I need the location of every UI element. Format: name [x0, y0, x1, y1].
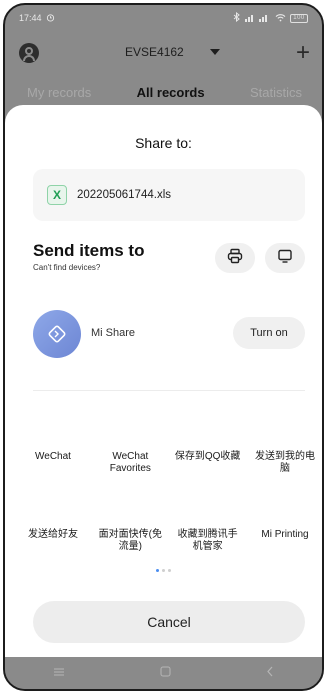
mi-share-icon[interactable] [33, 310, 81, 358]
app-header: EVSE4162 + [5, 33, 322, 73]
back-icon[interactable] [266, 666, 274, 680]
share-target-send-to-friend[interactable]: 发送给好友 [19, 529, 87, 553]
tab-all-records[interactable]: All records [137, 85, 205, 107]
page-indicator [5, 569, 322, 572]
system-nav-bar [5, 657, 322, 689]
mi-share-label: Mi Share [91, 327, 136, 339]
plus-icon[interactable]: + [296, 41, 310, 65]
send-items-title: Send items to [33, 241, 145, 260]
share-target-wechat-favorites[interactable]: WeChat Favorites [96, 451, 164, 475]
page-dot-active [156, 569, 159, 572]
cancel-button[interactable]: Cancel [33, 601, 305, 643]
device-name: EVSE4162 [125, 45, 184, 59]
status-bar: 17:44 100 [5, 5, 322, 31]
file-name: 202205061744.xls [77, 189, 171, 201]
avatar-icon[interactable] [19, 43, 39, 63]
tab-my-records[interactable]: My records [27, 85, 91, 107]
battery-icon: 100 [290, 13, 308, 23]
device-selector[interactable]: EVSE4162 [125, 45, 220, 59]
share-apps-row-2: 发送给好友 面对面快传(免流量) 收藏到腾讯手机管家 Mi Printing [19, 529, 319, 553]
alarm-icon [46, 13, 55, 24]
share-apps-row-1: WeChat WeChat Favorites 保存到QQ收藏 发送到我的电脑 [19, 451, 319, 475]
menu-icon[interactable] [53, 666, 65, 680]
page-dot [168, 569, 171, 572]
phone-frame: 17:44 100 EVSE4162 + My records All reco… [3, 3, 324, 691]
printer-icon [227, 248, 243, 269]
share-target-qq-favorites[interactable]: 保存到QQ收藏 [174, 451, 242, 475]
print-button[interactable] [215, 243, 255, 273]
signal-icon [245, 13, 271, 24]
tab-statistics[interactable]: Statistics [250, 85, 302, 107]
wifi-icon [275, 13, 286, 24]
cant-find-devices-link[interactable]: Can't find devices? [33, 263, 100, 272]
screen-cast-icon [277, 248, 293, 269]
home-icon[interactable] [160, 666, 171, 680]
screen-cast-button[interactable] [265, 243, 305, 273]
turn-on-button[interactable]: Turn on [233, 317, 305, 349]
chevron-down-icon [209, 49, 220, 55]
share-sheet: Share to: X 202205061744.xls Send items … [5, 105, 322, 661]
divider [33, 390, 305, 391]
file-card: X 202205061744.xls [33, 169, 305, 221]
records-tabs: My records All records Statistics [5, 85, 322, 107]
share-target-wechat[interactable]: WeChat [19, 451, 87, 475]
excel-file-icon: X [47, 185, 67, 205]
share-target-my-computer[interactable]: 发送到我的电脑 [251, 451, 319, 475]
share-sheet-title: Share to: [135, 135, 192, 151]
share-target-face-to-face[interactable]: 面对面快传(免流量) [96, 529, 164, 553]
share-target-tencent-manager[interactable]: 收藏到腾讯手机管家 [174, 529, 242, 553]
page-dot [162, 569, 165, 572]
bluetooth-icon [233, 11, 241, 24]
status-time: 17:44 [19, 13, 42, 23]
share-target-mi-printing[interactable]: Mi Printing [251, 529, 319, 553]
